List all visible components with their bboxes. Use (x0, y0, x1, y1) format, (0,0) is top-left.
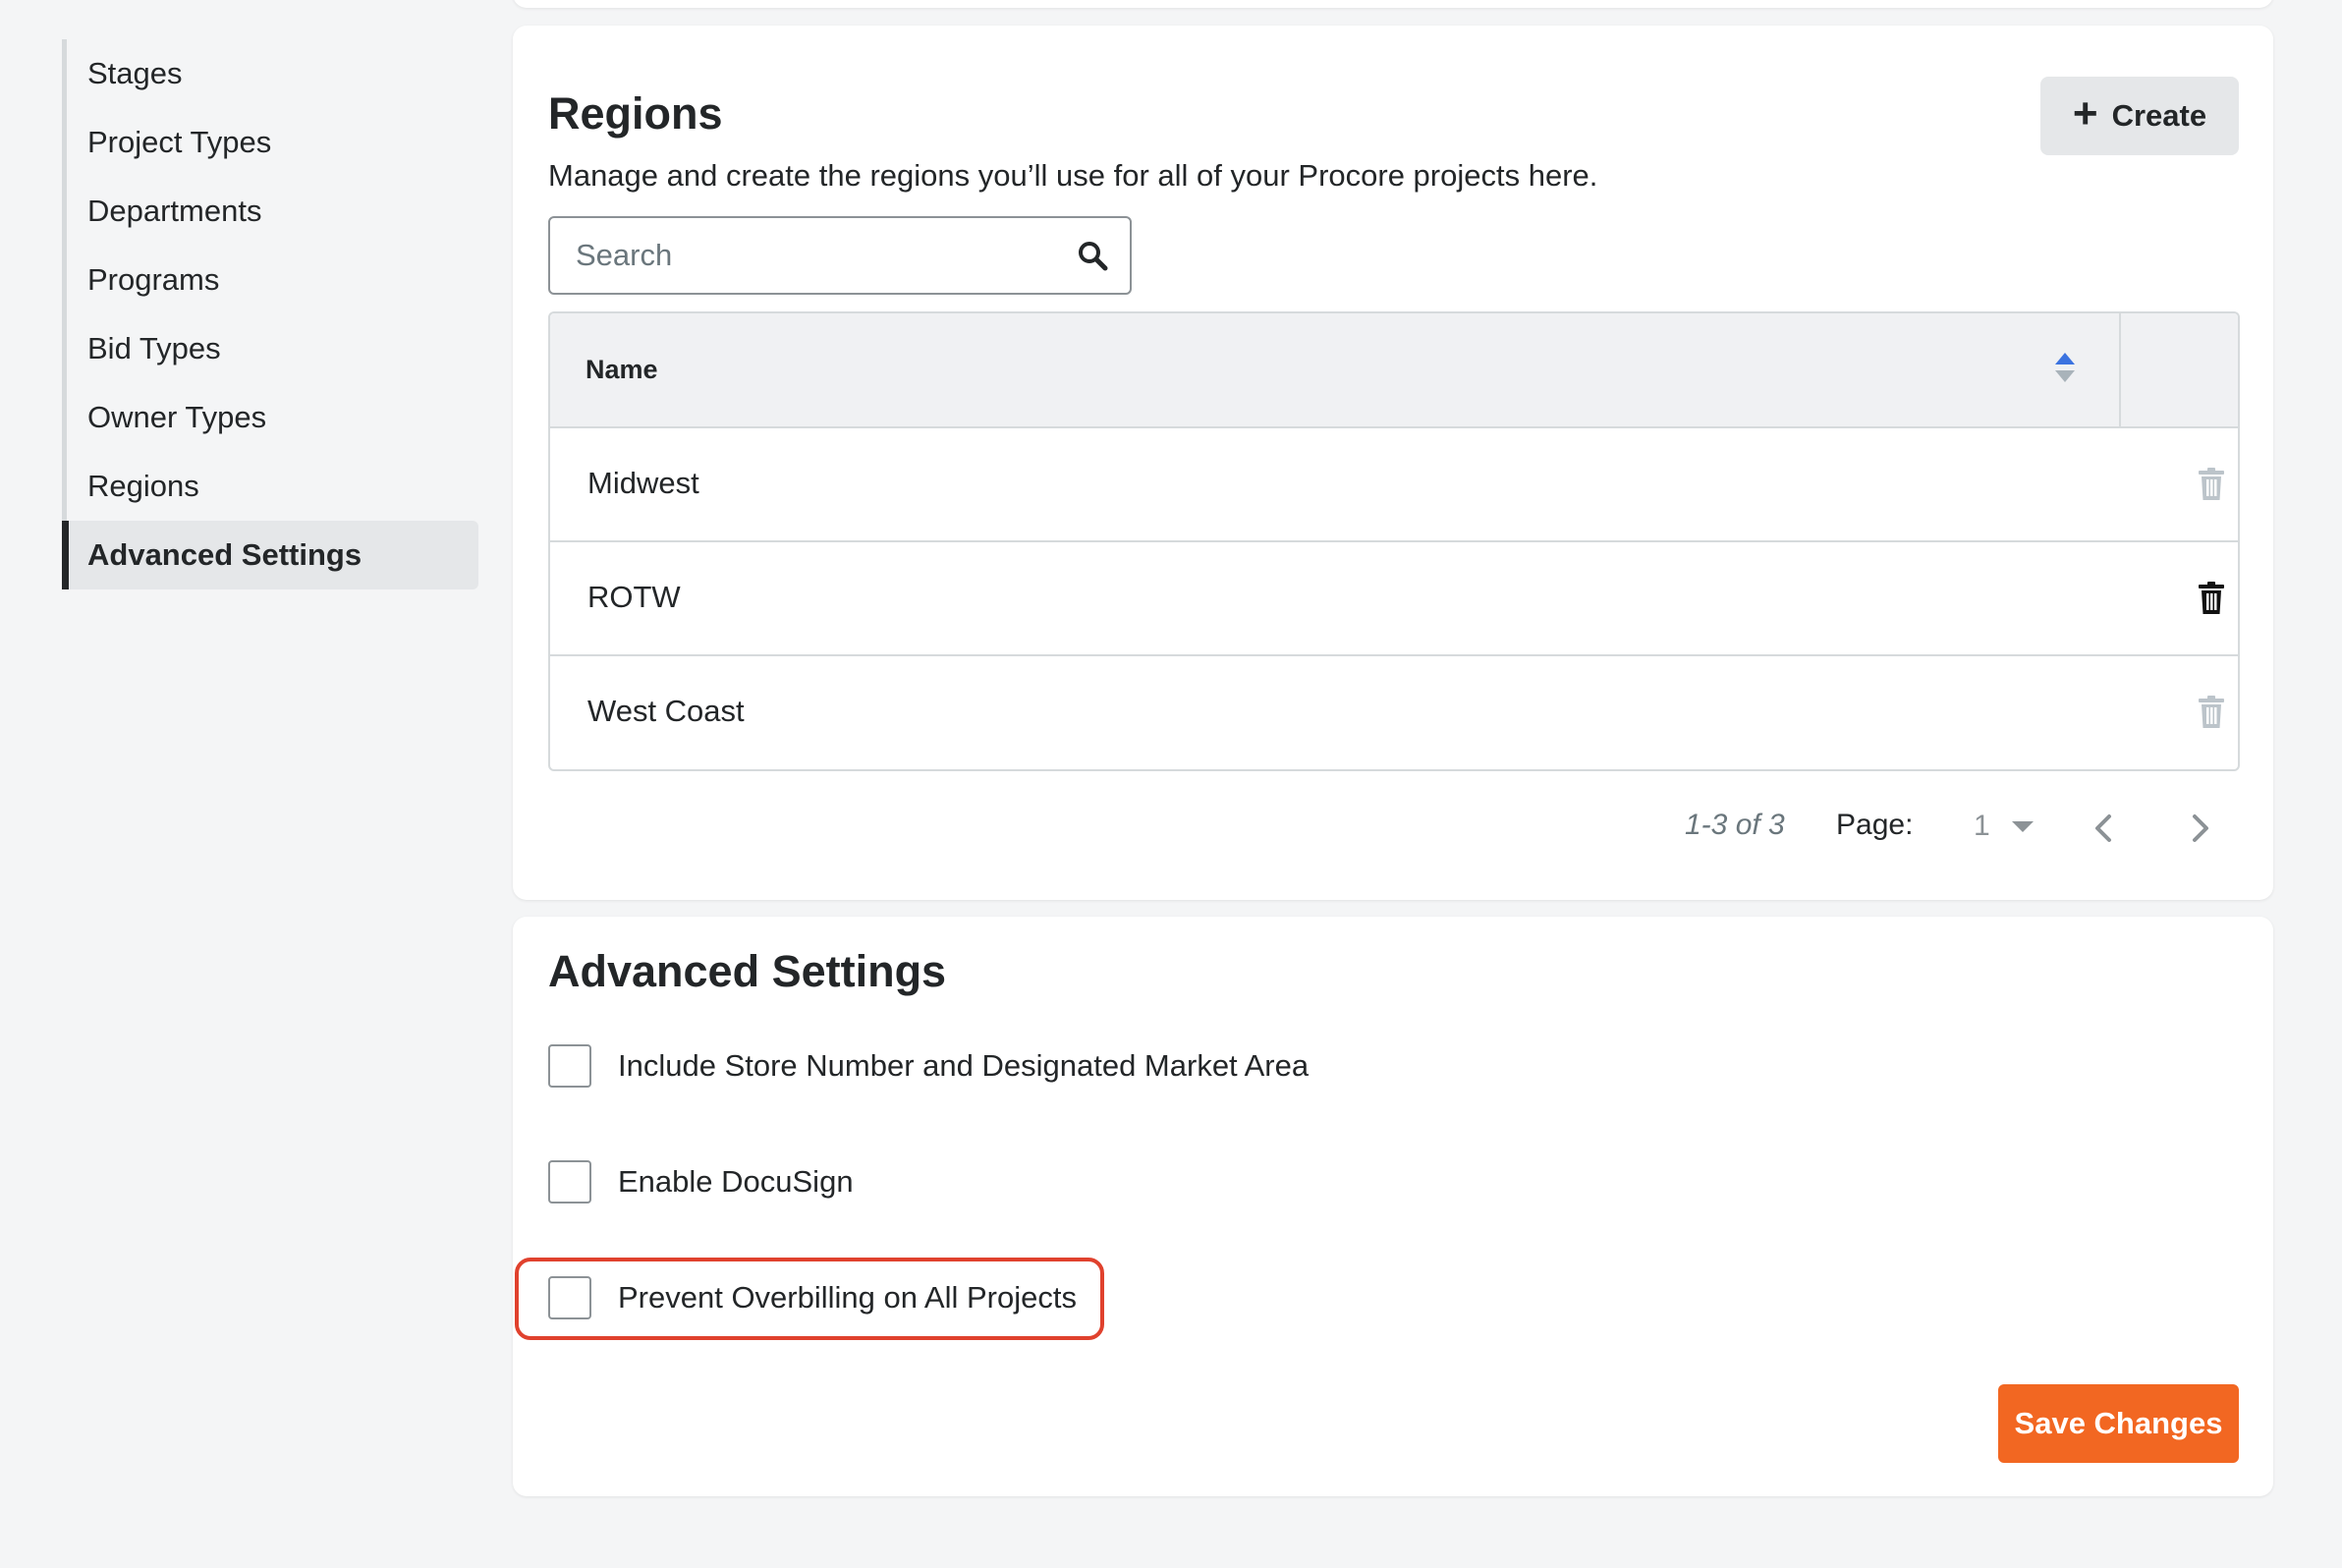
table-row: West Coast (550, 656, 2238, 769)
search-field (548, 216, 1132, 295)
region-name-cell: West Coast (587, 694, 745, 728)
sidebar-item-bid-types[interactable]: Bid Types (67, 314, 478, 383)
caret-down-icon (2011, 820, 2034, 832)
create-region-button[interactable]: + Create (2040, 77, 2239, 155)
region-name-cell: Midwest (587, 466, 699, 500)
column-divider (2119, 313, 2121, 428)
page-select-value: 1 (1974, 810, 1990, 842)
pagination-range: 1-3 of 3 (1685, 809, 1785, 841)
search-input[interactable] (550, 218, 1061, 293)
regions-card: Regions Manage and create the regions yo… (513, 26, 2273, 900)
trash-icon[interactable] (2197, 468, 2226, 501)
sidebar-item-programs[interactable]: Programs (67, 246, 478, 314)
trash-icon[interactable] (2197, 696, 2226, 729)
option-store-number[interactable]: Include Store Number and Designated Mark… (548, 1044, 1309, 1088)
advanced-settings-title: Advanced Settings (548, 946, 947, 996)
search-icon[interactable] (1077, 240, 1108, 271)
region-name-cell: ROTW (587, 580, 681, 614)
regions-title: Regions (548, 88, 723, 139)
table-header: Name (550, 313, 2238, 428)
sidebar-item-stages[interactable]: Stages (67, 39, 478, 108)
regions-table: Name Midwest ROTW West Coast (548, 311, 2240, 771)
option-docusign[interactable]: Enable DocuSign (548, 1160, 854, 1204)
sidebar-item-departments[interactable]: Departments (67, 177, 478, 246)
sidebar-item-regions[interactable]: Regions (67, 452, 478, 521)
pagination-page-label: Page: (1836, 809, 1914, 841)
chevron-left-icon[interactable] (2088, 809, 2121, 848)
previous-section-card (513, 0, 2273, 8)
table-row: ROTW (550, 542, 2238, 656)
table-row: Midwest (550, 428, 2238, 542)
create-button-label: Create (2111, 98, 2207, 133)
option-label: Enable DocuSign (618, 1164, 854, 1199)
trash-icon[interactable] (2197, 582, 2226, 615)
plus-icon: + (2072, 89, 2098, 138)
settings-sidebar: Stages Project Types Departments Program… (62, 39, 478, 589)
option-label: Include Store Number and Designated Mark… (618, 1048, 1310, 1083)
sort-icon[interactable] (2053, 351, 2077, 384)
save-changes-button[interactable]: Save Changes (1998, 1384, 2239, 1463)
sidebar-item-advanced-settings[interactable]: Advanced Settings (62, 521, 478, 589)
option-label: Prevent Overbilling on All Projects (618, 1280, 1077, 1315)
page-select[interactable]: 1 (1952, 802, 2040, 851)
sidebar-item-owner-types[interactable]: Owner Types (67, 383, 478, 452)
checkbox[interactable] (548, 1044, 591, 1088)
chevron-right-icon[interactable] (2183, 809, 2216, 848)
sidebar-item-project-types[interactable]: Project Types (67, 108, 478, 177)
advanced-settings-card: Advanced Settings Include Store Number a… (513, 917, 2273, 1496)
option-prevent-overbilling[interactable]: Prevent Overbilling on All Projects (548, 1276, 1077, 1319)
checkbox[interactable] (548, 1160, 591, 1204)
regions-description: Manage and create the regions you’ll use… (548, 158, 1598, 193)
checkbox[interactable] (548, 1276, 591, 1319)
column-header-name[interactable]: Name (586, 355, 658, 385)
